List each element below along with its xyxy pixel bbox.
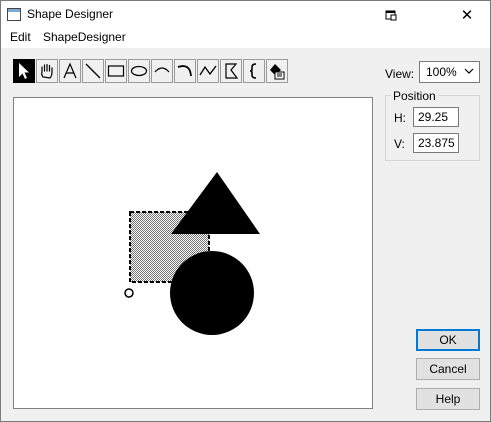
chevron-down-icon bbox=[464, 65, 474, 80]
line-icon bbox=[85, 63, 101, 79]
view-zoom-select[interactable]: 100% bbox=[419, 61, 480, 83]
design-canvas[interactable] bbox=[13, 97, 373, 409]
rectangle-icon bbox=[107, 65, 125, 77]
help-context-button[interactable] bbox=[368, 1, 414, 28]
arc-icon bbox=[154, 67, 170, 73]
curve-tool[interactable] bbox=[174, 59, 196, 83]
menu-shapedesigner[interactable]: ShapeDesigner bbox=[43, 30, 126, 44]
bracket-tool[interactable] bbox=[243, 59, 265, 83]
polygon-tool[interactable] bbox=[220, 59, 242, 83]
menu-edit[interactable]: Edit bbox=[10, 30, 31, 44]
view-zoom-value: 100% bbox=[426, 65, 457, 79]
h-label: H: bbox=[394, 111, 406, 125]
ellipse-tool[interactable] bbox=[128, 59, 150, 83]
paint-bucket-icon bbox=[270, 64, 285, 80]
polygon-icon bbox=[225, 63, 239, 79]
title-bar: Shape Designer ✕ bbox=[1, 1, 490, 28]
cancel-button[interactable]: Cancel bbox=[416, 358, 480, 380]
circle-shape[interactable] bbox=[170, 251, 254, 335]
view-label: View: bbox=[385, 67, 415, 81]
polyline-tool[interactable] bbox=[197, 59, 219, 83]
rectangle-tool[interactable] bbox=[105, 59, 127, 83]
app-icon bbox=[7, 8, 21, 21]
curve-icon bbox=[177, 65, 192, 77]
polyline-icon bbox=[199, 65, 217, 76]
arc-tool[interactable] bbox=[151, 59, 173, 83]
fill-tool[interactable] bbox=[266, 59, 288, 83]
pointer-tool[interactable] bbox=[13, 59, 35, 83]
shape-toolbar bbox=[13, 59, 288, 85]
ok-button[interactable]: OK bbox=[416, 329, 480, 351]
v-field[interactable]: 23.875 bbox=[413, 133, 459, 153]
line-tool[interactable] bbox=[82, 59, 104, 83]
window-title: Shape Designer bbox=[27, 7, 114, 21]
position-group-title: Position bbox=[391, 89, 438, 103]
shape-designer-window: Shape Designer ✕ Edit ShapeDesigner View… bbox=[0, 0, 491, 422]
help-button[interactable]: Help bbox=[416, 388, 480, 410]
text-tool[interactable] bbox=[59, 59, 81, 83]
help-context-icon bbox=[385, 10, 397, 20]
triangle-shape[interactable] bbox=[171, 172, 260, 234]
arrow-pointer-icon bbox=[19, 63, 29, 79]
ellipse-icon bbox=[130, 65, 148, 77]
close-button[interactable]: ✕ bbox=[444, 1, 490, 28]
h-field[interactable]: 29.25 bbox=[413, 107, 459, 127]
letter-a-icon bbox=[63, 62, 77, 79]
pan-tool[interactable] bbox=[36, 59, 58, 83]
rotation-handle[interactable] bbox=[124, 288, 134, 298]
hand-icon bbox=[41, 63, 53, 79]
canvas-drawing bbox=[124, 172, 260, 335]
v-label: V: bbox=[394, 137, 405, 151]
menu-bar: Edit ShapeDesigner bbox=[1, 28, 490, 48]
close-icon: ✕ bbox=[460, 6, 474, 24]
brace-icon bbox=[249, 63, 257, 79]
